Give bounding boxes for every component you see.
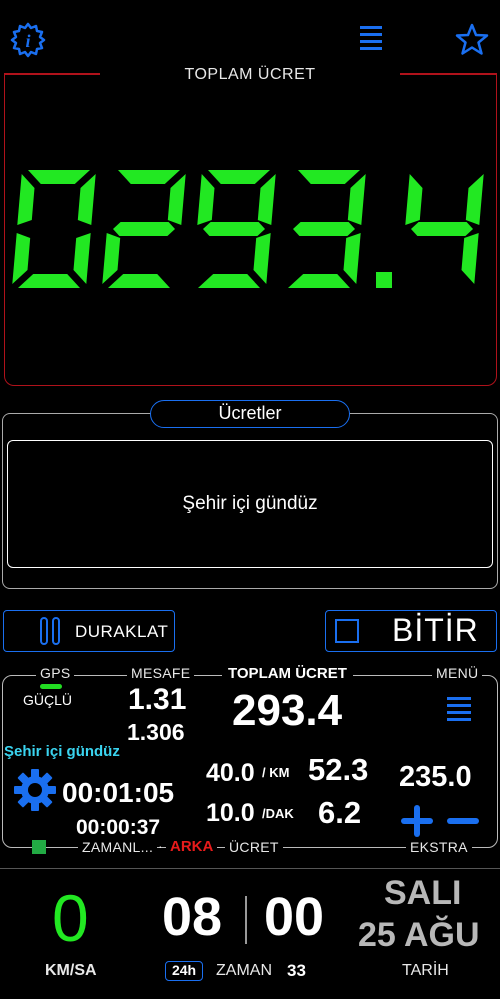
digit-segment (12, 233, 31, 284)
day-of-week: SALI (384, 874, 462, 912)
label-separator: · (158, 838, 163, 854)
per-minute-rate: 10.0 (206, 799, 255, 827)
distance-precise-value: 1.306 (127, 719, 185, 745)
fare-digits (12, 170, 484, 288)
extra-label: EKSTRA (406, 839, 472, 855)
digit-segment (118, 170, 180, 184)
fare-panel-border (400, 73, 497, 75)
hamburger-icon[interactable] (358, 24, 386, 56)
hamburger-icon[interactable] (446, 694, 472, 724)
divider (0, 868, 500, 869)
digit-segment (17, 174, 35, 225)
active-tariff-name: Şehir içi gündüz (4, 743, 120, 760)
digit-segment (108, 274, 170, 288)
total-fare-label: TOPLAM ÜCRET (222, 665, 353, 682)
distance-fare-amount: 52.3 (308, 752, 369, 787)
timer-label[interactable]: ZAMANL... (78, 839, 158, 855)
digit-segment (73, 233, 91, 284)
decimal-point (376, 272, 392, 288)
background-label[interactable]: ARKA (166, 838, 218, 855)
digit-segment (298, 170, 360, 184)
tariff-option[interactable]: Şehir içi gündüz (7, 440, 493, 568)
time-fare-amount: 6.2 (318, 795, 362, 830)
tariffs-title: Ücretler (150, 400, 350, 428)
extra-amount: 235.0 (399, 761, 472, 793)
digit-segment (113, 222, 175, 236)
minus-icon[interactable] (444, 802, 482, 840)
digit-segment (167, 174, 186, 225)
per-km-rate: 40.0 (206, 759, 255, 787)
star-icon[interactable] (454, 22, 490, 58)
digit-segment (18, 274, 80, 288)
clock-hours: 08 (162, 887, 223, 947)
clock-minutes: 00 (264, 887, 325, 947)
digit-segment (293, 222, 355, 236)
waiting-time: 00:00:37 (76, 816, 161, 839)
time-format-toggle[interactable]: 24h (165, 961, 203, 981)
digit-segment (253, 233, 271, 284)
menu-label: MENÜ (432, 665, 483, 681)
fare-label: TOPLAM ÜCRET (184, 66, 316, 83)
time-label: ZAMAN (216, 962, 272, 979)
date-label: TARİH (402, 962, 449, 979)
digit-segment (257, 174, 276, 225)
clock-seconds: 33 (287, 961, 306, 980)
date-value: 25 AĞU (358, 916, 480, 954)
finish-button-label: BİTİR (392, 612, 479, 648)
timer-indicator (32, 840, 46, 854)
digit-segment (288, 274, 350, 288)
total-fare-value: 293.4 (232, 686, 343, 735)
gps-status: GÜÇLÜ (23, 692, 73, 708)
digit-segment (198, 274, 260, 288)
plus-icon[interactable] (398, 802, 436, 840)
digit-segment (461, 233, 479, 284)
digit-segment (465, 174, 484, 225)
digit-segment (77, 174, 96, 225)
elapsed-time: 00:01:05 (62, 777, 175, 808)
digit-segment (343, 233, 361, 284)
speed-value: 0 (52, 881, 89, 955)
digit-segment (411, 222, 473, 236)
digit-segment (197, 174, 215, 225)
stop-icon (335, 619, 359, 643)
clock-separator (245, 896, 247, 944)
pause-button-label: DURAKLAT (75, 622, 169, 641)
distance-label: MESAFE (127, 665, 195, 681)
fare-panel-border (4, 73, 100, 75)
digit-segment (347, 174, 366, 225)
digit-segment (102, 233, 121, 284)
fare-section-label: ÜCRET (225, 839, 283, 855)
gps-signal-bar (40, 684, 62, 689)
per-km-unit: / KM (262, 765, 290, 780)
svg-text:i: i (25, 31, 30, 51)
digit-segment (203, 222, 265, 236)
info-icon[interactable]: i (10, 22, 46, 58)
digit-segment (405, 174, 423, 225)
gear-icon[interactable] (13, 768, 57, 812)
per-minute-unit: /DAK (262, 806, 294, 821)
speed-unit: KM/SA (45, 962, 97, 979)
gps-label: GPS (36, 665, 75, 681)
digit-segment (208, 170, 270, 184)
distance-value: 1.31 (128, 683, 187, 716)
pause-icon (38, 616, 62, 646)
digit-segment (28, 170, 90, 184)
